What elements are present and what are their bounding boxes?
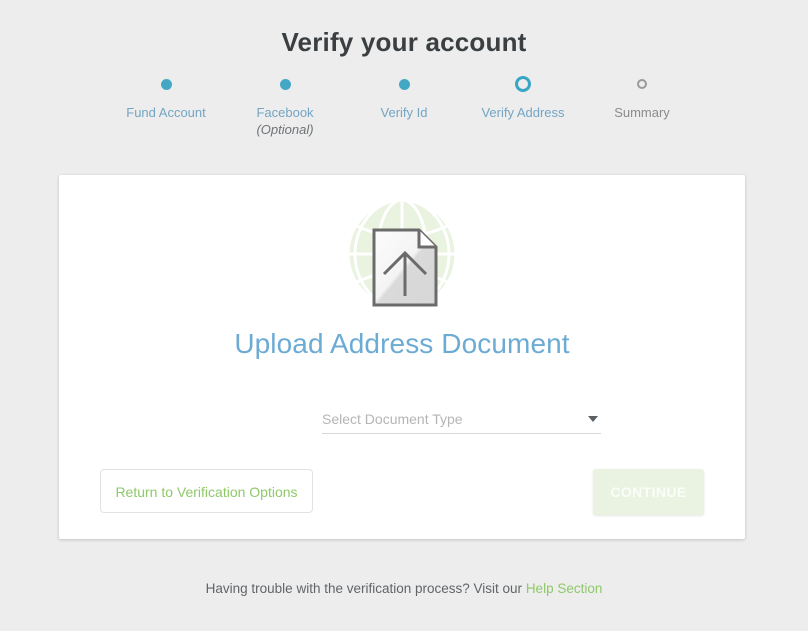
stepper-label-verify-id: Verify Id — [380, 105, 428, 120]
stepper-marker-fund-account — [107, 73, 226, 95]
upload-document-globe-illustration — [346, 198, 458, 310]
document-type-select-wrapper: Select Document Type — [322, 405, 601, 434]
stepper-step-facebook[interactable]: Facebook (Optional) — [226, 73, 345, 139]
card-title: Upload Address Document — [234, 328, 570, 359]
step-complete-dot-icon — [160, 78, 172, 90]
illustration-container — [59, 175, 745, 313]
document-type-select[interactable]: Select Document Type — [322, 405, 601, 434]
stepper-step-fund-account[interactable]: Fund Account — [107, 73, 226, 121]
help-section-link[interactable]: Help Section — [526, 581, 603, 596]
upload-address-card: Upload Address Document Select Document … — [59, 175, 745, 539]
footer-text: Having trouble with the verification pro… — [205, 581, 523, 596]
footer-help-text: Having trouble with the verification pro… — [0, 580, 808, 598]
document-type-select-placeholder: Select Document Type — [322, 411, 463, 427]
stepper-step-verify-id[interactable]: Verify Id — [345, 73, 464, 121]
continue-button[interactable]: CONTINUE — [593, 469, 704, 515]
stepper-label-summary: Summary — [614, 105, 670, 120]
return-to-verification-options-button[interactable]: Return to Verification Options — [100, 469, 313, 513]
stepper-marker-facebook — [226, 73, 345, 95]
stepper-label-verify-address: Verify Address — [481, 105, 565, 120]
stepper-marker-verify-id — [345, 73, 464, 95]
stepper-sublabel-facebook: (Optional) — [256, 122, 314, 137]
step-complete-dot-icon — [279, 78, 291, 90]
stepper-label-facebook: Facebook — [256, 105, 314, 120]
stepper-label-fund-account: Fund Account — [126, 105, 206, 120]
verification-stepper: Fund Account Facebook (Optional) Verify … — [0, 73, 808, 139]
stepper-step-summary[interactable]: Summary — [583, 73, 702, 121]
chevron-down-icon[interactable] — [588, 416, 598, 422]
step-upcoming-ring-icon — [637, 79, 647, 89]
stepper-step-verify-address[interactable]: Verify Address — [464, 73, 583, 121]
step-current-ring-icon — [515, 76, 531, 92]
page-title: Verify your account — [281, 27, 527, 57]
stepper-marker-verify-address — [464, 73, 583, 95]
stepper-marker-summary — [583, 73, 702, 95]
step-complete-dot-icon — [398, 78, 410, 90]
